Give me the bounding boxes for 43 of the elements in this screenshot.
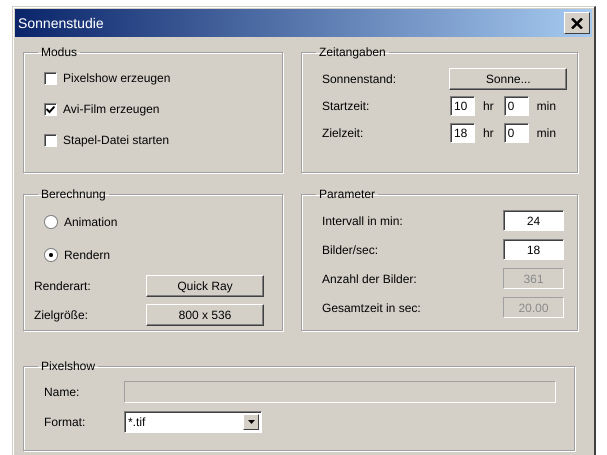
close-button[interactable] [564,12,590,34]
unit-label: hr [483,126,494,140]
field-label: Zielgröße: [34,308,90,322]
field-label: Anzahl der Bilder: [322,272,418,286]
checkbox-label: Avi-Film erzeugen [63,102,160,116]
checkbox[interactable] [44,134,57,146]
checkbox[interactable] [44,102,57,116]
field-label: Bilder/sec: [322,242,380,256]
unit-label: min [536,98,556,112]
close-icon [571,18,583,28]
hours-field[interactable]: 18 [450,122,475,142]
field-label: Gesamtzeit in sec: [322,300,422,314]
number-field[interactable]: 24 [503,210,564,231]
field-label: Name: [44,385,80,399]
checkbox-label: Pixelshow erzeugen [63,71,170,85]
group-title: Zeitangaben [318,45,387,59]
minutes-field[interactable]: 0 [504,122,529,142]
radio-label: Rendern [64,248,110,262]
field-label: Format: [44,415,86,429]
radio-button[interactable] [44,214,58,228]
checkbox-label: Stapel-Datei starten [63,133,170,147]
minutes-field[interactable]: 0 [504,96,529,116]
format-dropdown[interactable]: *.tif [124,411,262,433]
window-title: Sonnenstudie [18,15,104,31]
group-title: Parameter [318,187,376,201]
hours-field[interactable]: 10 [450,96,475,116]
field-label: Zielzeit: [322,126,364,140]
unit-label: min [536,126,556,140]
option-button[interactable]: 800 x 536 [146,304,264,326]
sun-button[interactable]: Sonne... [449,68,567,90]
group-title: Modus [40,45,78,59]
group-title: Pixelshow [40,359,96,373]
group-title: Berechnung [40,187,107,201]
field-label: Renderart: [34,278,92,292]
checkbox[interactable] [44,72,57,84]
option-button[interactable]: Quick Ray [146,274,264,296]
unit-label: hr [483,98,494,112]
field-label: Startzeit: [322,98,370,112]
number-field[interactable]: 18 [503,239,564,260]
field-label: Intervall in min: [322,214,404,228]
field-label: Sonnenstand: [322,72,398,86]
radio-button[interactable] [44,248,58,262]
radio-label: Animation [64,214,118,228]
